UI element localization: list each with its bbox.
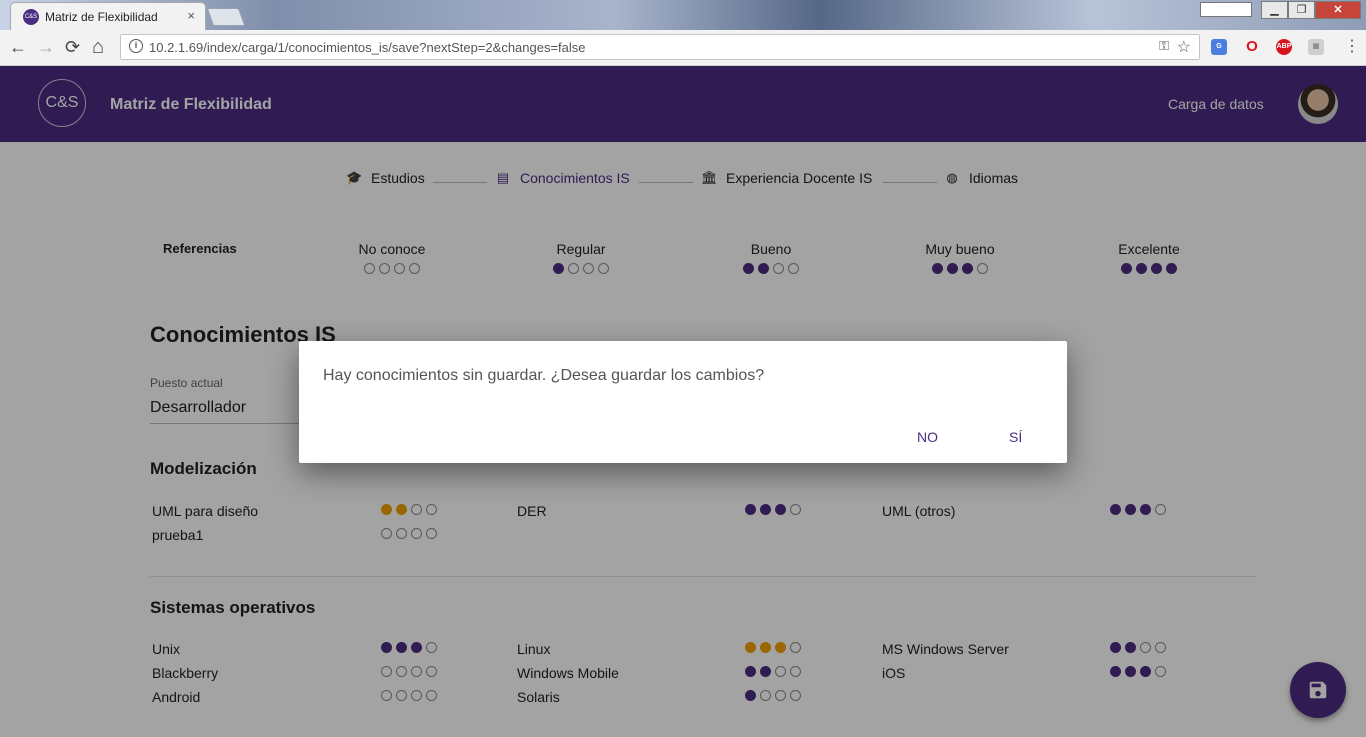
extension-icon[interactable]: ▦ bbox=[1308, 39, 1324, 55]
browser-menu-icon[interactable]: ⋮ bbox=[1344, 38, 1360, 56]
address-url[interactable]: 10.2.1.69/index/carga/1/conocimientos_is… bbox=[149, 40, 586, 55]
forward-icon[interactable]: → bbox=[37, 37, 55, 57]
key-icon[interactable]: ⚿ bbox=[1159, 38, 1169, 54]
dialog-message: Hay conocimientos sin guardar. ¿Desea gu… bbox=[323, 367, 765, 384]
new-tab-button[interactable] bbox=[206, 8, 246, 26]
bookmark-star-icon[interactable]: ☆ bbox=[1177, 37, 1191, 57]
translate-icon[interactable]: G bbox=[1211, 39, 1227, 55]
tab-title: Matriz de Flexibilidad bbox=[45, 10, 158, 24]
dialog-no-button[interactable]: NO bbox=[917, 429, 938, 445]
favicon-icon: C&S bbox=[23, 9, 39, 25]
unsaved-changes-dialog: Hay conocimientos sin guardar. ¿Desea gu… bbox=[299, 341, 1067, 463]
browser-toolbar: ← → ⟳ ⌂ i 10.2.1.69/index/carga/1/conoci… bbox=[0, 30, 1366, 66]
opera-icon[interactable]: O bbox=[1244, 39, 1260, 55]
dialog-yes-button[interactable]: SÍ bbox=[1009, 429, 1022, 445]
tab-close-icon[interactable]: × bbox=[187, 8, 195, 23]
window-close-button[interactable]: ✕ bbox=[1315, 1, 1361, 19]
minimize-button[interactable]: ▁ bbox=[1261, 1, 1288, 19]
browser-tab[interactable]: C&S Matriz de Flexibilidad × bbox=[10, 2, 206, 30]
address-bar[interactable]: i 10.2.1.69/index/carga/1/conocimientos_… bbox=[120, 34, 1200, 60]
home-icon[interactable]: ⌂ bbox=[92, 37, 104, 57]
maximize-button[interactable]: ❐ bbox=[1288, 1, 1315, 19]
site-info-icon[interactable]: i bbox=[129, 39, 143, 53]
adblock-plus-icon[interactable]: ABP bbox=[1276, 39, 1292, 55]
profile-button[interactable] bbox=[1200, 2, 1252, 17]
back-icon[interactable]: ← bbox=[9, 37, 27, 57]
browser-tab-strip: C&S Matriz de Flexibilidad × ▁ ❐ ✕ bbox=[0, 0, 1366, 30]
reload-icon[interactable]: ⟳ bbox=[65, 37, 80, 57]
